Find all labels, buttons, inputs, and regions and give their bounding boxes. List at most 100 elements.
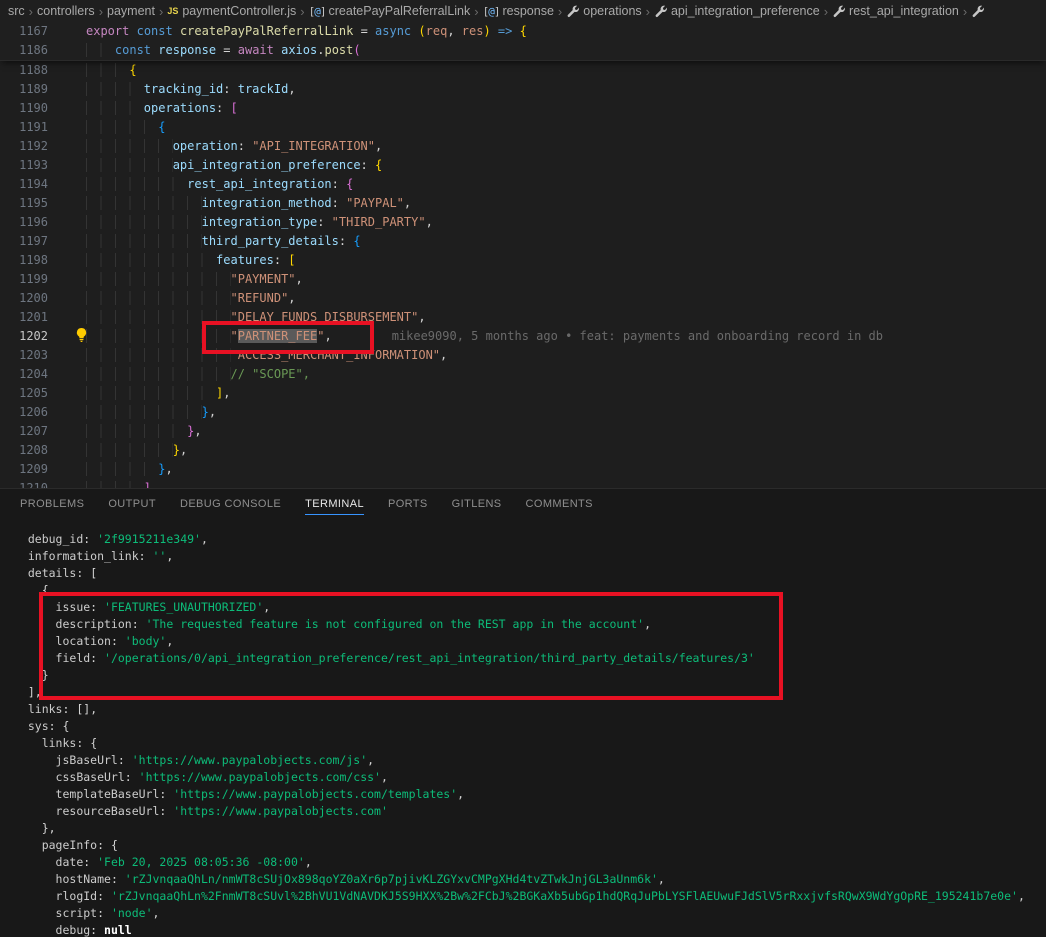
terminal-token: 'https://www.paypalobjects.com/css': [139, 770, 381, 784]
code-line-1188[interactable]: 1188 {: [0, 61, 1046, 80]
token: ,: [404, 196, 411, 210]
panel-tab-gitlens[interactable]: GITLENS: [440, 489, 514, 519]
token: ,: [223, 386, 230, 400]
wrench-icon: [654, 4, 668, 18]
token: [: [288, 253, 295, 267]
gutter: [48, 175, 86, 194]
token: req: [426, 24, 448, 38]
breadcrumb[interactable]: src›controllers›payment›JSpaymentControl…: [0, 0, 1046, 22]
breadcrumb-item-createPayPalReferralLink[interactable]: [@]createPayPalReferralLink: [309, 4, 471, 18]
code-line-1204[interactable]: 1204 // "SCOPE",: [0, 365, 1046, 384]
code-line-1192[interactable]: 1192 operation: "API_INTEGRATION",: [0, 137, 1046, 156]
terminal-line: rlogId: 'rZJvnqaaQhLn%2FnmWT8cSUvl%2BhVU…: [14, 888, 1046, 905]
code-line-1209[interactable]: 1209 },: [0, 460, 1046, 479]
code-editor[interactable]: 1167export const createPayPalReferralLin…: [0, 22, 1046, 488]
code-line-1197[interactable]: 1197 third_party_details: {: [0, 232, 1046, 251]
code-line-1206[interactable]: 1206 },: [0, 403, 1046, 422]
token: ,: [288, 82, 295, 96]
code-line-1200[interactable]: 1200 "REFUND",: [0, 289, 1046, 308]
token: (: [418, 24, 425, 38]
code-line-1203[interactable]: 1203 "ACCESS_MERCHANT_INFORMATION",: [0, 346, 1046, 365]
code-line-1202[interactable]: 1202 "PARTNER_FEE",mikee9090, 5 months a…: [0, 327, 1046, 346]
indent-guides: [86, 196, 202, 210]
panel-tab-comments[interactable]: COMMENTS: [514, 489, 605, 519]
code-line-1190[interactable]: 1190 operations: [: [0, 99, 1046, 118]
lightbulb-icon[interactable]: [73, 327, 90, 344]
line-number: 1204: [0, 365, 48, 384]
terminal-output[interactable]: debug_id: '2f9915211e349', information_l…: [0, 519, 1046, 937]
breadcrumb-item-response[interactable]: [@]response: [483, 4, 554, 18]
breadcrumb-item-payment[interactable]: payment: [107, 4, 155, 18]
breadcrumb-item-controllers[interactable]: controllers: [37, 4, 95, 18]
terminal-token: ,: [381, 770, 388, 784]
breadcrumb-item-paymentController.js[interactable]: JSpaymentController.js: [167, 4, 296, 18]
terminal-indent: [14, 855, 56, 869]
breadcrumb-item-api_integration_preference[interactable]: api_integration_preference: [654, 4, 820, 18]
terminal-indent: [14, 804, 56, 818]
symbol-field-icon: [@]: [309, 5, 326, 18]
terminal-token: '': [153, 549, 167, 563]
code-text: },: [86, 403, 216, 422]
terminal-token: 'Feb 20, 2025 08:05:36 -08:00': [97, 855, 305, 869]
line-number: 1193: [0, 156, 48, 175]
code-line-1207[interactable]: 1207 },: [0, 422, 1046, 441]
panel-tab-label: PORTS: [388, 493, 428, 515]
indent-guides: [86, 329, 231, 343]
code-line-1194[interactable]: 1194 rest_api_integration: {: [0, 175, 1046, 194]
panel-tab-debug-console[interactable]: DEBUG CONSOLE: [168, 489, 293, 519]
panel-tab-bar[interactable]: PROBLEMSOUTPUTDEBUG CONSOLETERMINAL PORTS…: [0, 489, 1046, 519]
token: :: [216, 101, 230, 115]
indent-guides: [86, 253, 216, 267]
terminal-line: date: 'Feb 20, 2025 08:05:36 -08:00',: [14, 854, 1046, 871]
token: }: [202, 405, 209, 419]
gutter: [48, 384, 86, 403]
code-line-1199[interactable]: 1199 "PAYMENT",: [0, 270, 1046, 289]
panel-tab-output[interactable]: OUTPUT: [96, 489, 168, 519]
token: :: [361, 158, 375, 172]
code-line-1208[interactable]: 1208 },: [0, 441, 1046, 460]
breadcrumb-item-rest_api_integration[interactable]: rest_api_integration: [832, 4, 959, 18]
terminal-token: :: [76, 736, 90, 750]
code-line-1205[interactable]: 1205 ],: [0, 384, 1046, 403]
code-text: operation: "API_INTEGRATION",: [86, 137, 382, 156]
code-line-1191[interactable]: 1191 {: [0, 118, 1046, 137]
code-line-1167[interactable]: 1167export const createPayPalReferralLin…: [0, 22, 1046, 41]
terminal-indent: [14, 787, 56, 801]
token: ,: [209, 405, 216, 419]
terminal-line: location: 'body',: [14, 633, 1046, 650]
code-line-1195[interactable]: 1195 integration_method: "PAYPAL",: [0, 194, 1046, 213]
terminal-indent: [14, 702, 28, 716]
token: =: [216, 43, 238, 57]
code-lines[interactable]: 1188 {1189 tracking_id: trackId,1190 ope…: [0, 61, 1046, 488]
code-line-1198[interactable]: 1198 features: [: [0, 251, 1046, 270]
line-number: 1206: [0, 403, 48, 422]
breadcrumb-item-trailing[interactable]: [971, 4, 985, 18]
code-line-1196[interactable]: 1196 integration_type: "THIRD_PARTY",: [0, 213, 1046, 232]
breadcrumb-item-src[interactable]: src: [8, 4, 25, 18]
panel-tab-problems[interactable]: PROBLEMS: [8, 489, 96, 519]
token: ,: [426, 215, 433, 229]
breadcrumb-item-operations[interactable]: operations: [566, 4, 641, 18]
terminal-token: date: [56, 855, 84, 869]
code-line-1189[interactable]: 1189 tracking_id: trackId,: [0, 80, 1046, 99]
breadcrumb-label: operations: [583, 4, 641, 18]
sticky-scroll[interactable]: 1167export const createPayPalReferralLin…: [0, 22, 1046, 61]
code-line-1210[interactable]: 1210 ]: [0, 479, 1046, 488]
breadcrumb-separator: ›: [300, 4, 304, 19]
terminal-token: :: [125, 770, 139, 784]
indent-guides: [86, 177, 187, 191]
code-line-1201[interactable]: 1201 "DELAY_FUNDS_DISBURSEMENT",: [0, 308, 1046, 327]
line-number: 1195: [0, 194, 48, 213]
code-line-1193[interactable]: 1193 api_integration_preference: {: [0, 156, 1046, 175]
terminal-token: ,: [201, 532, 208, 546]
panel-tab-ports[interactable]: PORTS: [376, 489, 440, 519]
breadcrumb-label: response: [502, 4, 553, 18]
code-line-1186[interactable]: 1186 const response = await axios.post(: [0, 41, 1046, 60]
vscode-window: src›controllers›payment›JSpaymentControl…: [0, 0, 1046, 937]
breadcrumb-label: rest_api_integration: [849, 4, 959, 18]
panel-tab-terminal[interactable]: TERMINAL: [293, 489, 376, 519]
line-number: 1207: [0, 422, 48, 441]
code-text: {: [86, 61, 137, 80]
terminal-token: ,: [153, 906, 160, 920]
token: "REFUND": [231, 291, 289, 305]
